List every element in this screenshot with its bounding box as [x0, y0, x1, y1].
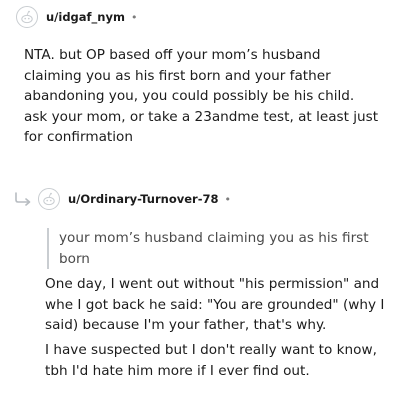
blockquote: your mom’s husband claiming you as his f…	[47, 228, 377, 269]
separator-dot: •	[130, 10, 138, 24]
separator-dot: •	[224, 192, 231, 206]
reply-author[interactable]: u/Ordinary-Turnover-78	[68, 192, 218, 206]
comment-author[interactable]: u/idgaf_nym	[46, 10, 125, 24]
comment-body: NTA. but OP based off your mom’s husband…	[24, 47, 379, 145]
reply-arrow-icon	[15, 192, 31, 206]
reply-paragraph-2: I have suspected but I don't really want…	[45, 342, 377, 379]
reply-header: u/Ordinary-Turnover-78 •	[38, 187, 231, 211]
reddit-snoo-icon[interactable]	[38, 188, 60, 210]
reply-paragraph-1: One day, I went out without "his permiss…	[45, 276, 385, 333]
comment-header: u/idgaf_nym •	[16, 5, 137, 29]
reddit-snoo-icon[interactable]	[16, 6, 38, 28]
